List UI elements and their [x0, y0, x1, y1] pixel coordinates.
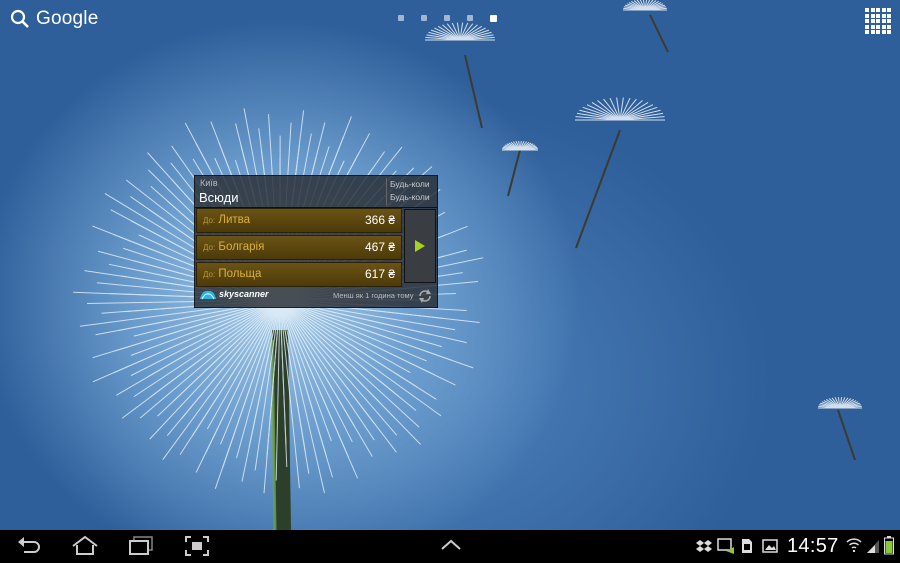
- wifi-icon: [846, 538, 862, 552]
- widget-footer: skyscanner Менш як 1 година тому: [195, 284, 437, 307]
- price: 617 ₴: [364, 267, 395, 281]
- destination-field[interactable]: Всюди: [199, 190, 238, 205]
- apps-grid-button[interactable]: [865, 8, 891, 34]
- country-name: Польща: [218, 268, 262, 280]
- wallpaper: [0, 0, 900, 530]
- back-icon[interactable]: [16, 535, 42, 557]
- page-dot-5[interactable]: [490, 14, 497, 22]
- dropbox-icon: [696, 540, 712, 552]
- page-dot-2[interactable]: [421, 15, 427, 21]
- brand-name: skyscanner: [219, 289, 269, 299]
- skyscanner-logo[interactable]: skyscanner: [199, 288, 269, 300]
- screenshot-icon[interactable]: [184, 535, 210, 557]
- results-list: До: Литва 366 ₴ До: Болгарія 467 ₴ До: П…: [196, 208, 402, 289]
- battery-icon: [884, 536, 894, 555]
- destination-cell: До: Болгарія: [203, 241, 264, 253]
- home-icon[interactable]: [71, 535, 99, 557]
- return-date[interactable]: Будь-коли: [390, 191, 430, 204]
- outbound-date[interactable]: Будь-коли: [390, 178, 430, 191]
- last-updated: Менш як 1 година тому: [333, 291, 414, 300]
- google-search-bar[interactable]: Google: [10, 7, 98, 31]
- country-name: Болгарія: [218, 241, 265, 253]
- sd-card-icon: [742, 539, 752, 553]
- result-row[interactable]: До: Болгарія 467 ₴: [196, 235, 402, 260]
- recent-apps-icon[interactable]: [128, 535, 154, 557]
- dandelion-art: [73, 0, 862, 530]
- widget-header[interactable]: Київ Всюди Будь-коли Будь-коли: [195, 176, 437, 208]
- to-prefix: До:: [203, 270, 216, 279]
- result-row[interactable]: До: Литва 366 ₴: [196, 208, 402, 233]
- search-icon: [10, 9, 29, 28]
- gallery-icon: [762, 539, 778, 553]
- to-prefix: До:: [203, 243, 216, 252]
- destination-cell: До: Литва: [203, 214, 250, 226]
- page-indicator[interactable]: [398, 14, 497, 22]
- system-bar: 14:57: [0, 530, 900, 563]
- page-dot-3[interactable]: [444, 15, 450, 21]
- chevron-up-icon[interactable]: [440, 539, 462, 551]
- price: 366 ₴: [364, 213, 395, 227]
- country-name: Литва: [218, 214, 251, 226]
- price: 467 ₴: [364, 240, 395, 254]
- search-go-button[interactable]: [404, 209, 436, 283]
- play-arrow-icon: [415, 240, 425, 252]
- dates-column[interactable]: Будь-коли Будь-коли: [386, 178, 430, 205]
- to-prefix: До:: [203, 216, 216, 225]
- clock: 14:57: [787, 535, 839, 557]
- google-search-label: Google: [36, 8, 99, 29]
- skyscanner-widget[interactable]: Київ Всюди Будь-коли Будь-коли До: Литва…: [194, 175, 438, 308]
- signal-icon: [867, 540, 879, 553]
- refresh-icon[interactable]: [417, 288, 433, 304]
- destination-cell: До: Польща: [203, 268, 261, 280]
- page-dot-4[interactable]: [467, 15, 473, 21]
- origin-city[interactable]: Київ: [200, 178, 218, 188]
- screen-mirror-icon: [717, 538, 734, 554]
- skyscanner-cloud-icon: [200, 290, 216, 300]
- page-dot-1[interactable]: [398, 15, 404, 21]
